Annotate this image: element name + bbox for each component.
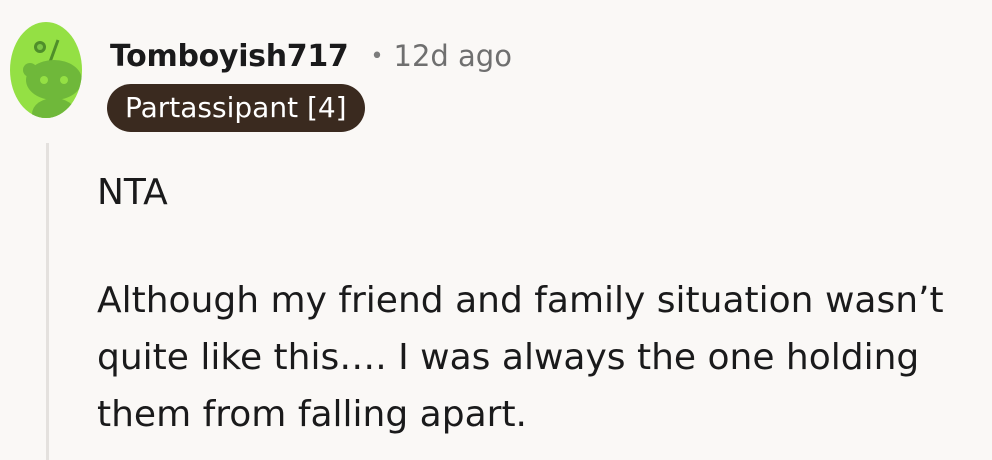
username-link[interactable]: Tomboyish717 <box>110 39 349 74</box>
comment-paragraph: NTA <box>97 172 168 213</box>
user-flair-badge: Partassipant [4] <box>107 84 365 132</box>
comment-header: Tomboyish717 • 12d ago <box>110 36 512 76</box>
reddit-snoo-icon <box>10 22 82 118</box>
thread-collapse-line[interactable] <box>46 143 49 460</box>
user-avatar[interactable] <box>10 22 82 118</box>
separator-dot: • <box>370 43 384 69</box>
comment-timestamp[interactable]: 12d ago <box>394 39 512 73</box>
comment-paragraph: Although my friend and family situation … <box>97 280 944 435</box>
comment-body: NTA Although my friend and family situat… <box>97 164 977 443</box>
